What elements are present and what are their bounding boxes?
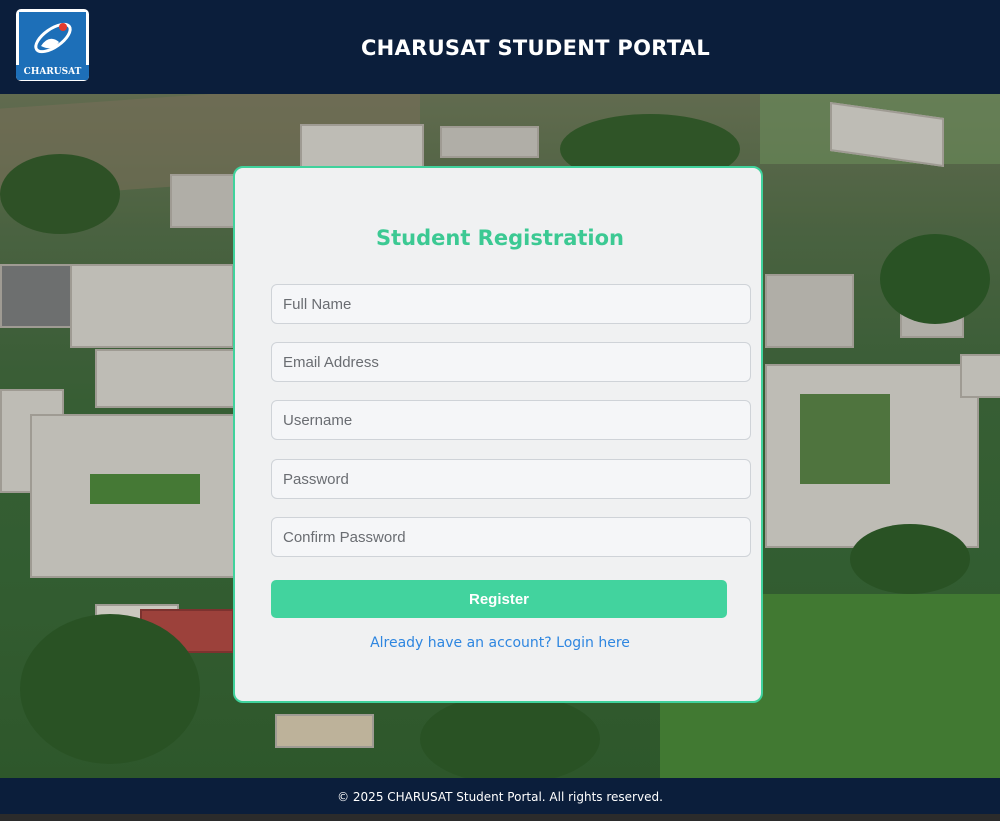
registration-card: Student Registration Register Already ha… (233, 166, 763, 703)
portal-title: CHARUSAT STUDENT PORTAL (360, 36, 711, 60)
email-address-input[interactable] (271, 342, 751, 382)
footer: © 2025 CHARUSAT Student Portal. All righ… (0, 778, 1000, 814)
confirm-password-input[interactable] (271, 517, 751, 557)
full-name-input[interactable] (271, 284, 751, 324)
username-input[interactable] (271, 400, 751, 440)
password-input[interactable] (271, 459, 751, 499)
register-button[interactable]: Register (271, 580, 727, 618)
copyright-text: © 2025 CHARUSAT Student Portal. All righ… (337, 790, 663, 804)
login-link[interactable]: Already have an account? Login here (235, 635, 765, 651)
top-header: CHARUSAT CHARUSAT STUDENT PORTAL (0, 0, 1000, 94)
registration-title: Student Registration (375, 226, 624, 250)
bottom-strip (0, 814, 1000, 821)
